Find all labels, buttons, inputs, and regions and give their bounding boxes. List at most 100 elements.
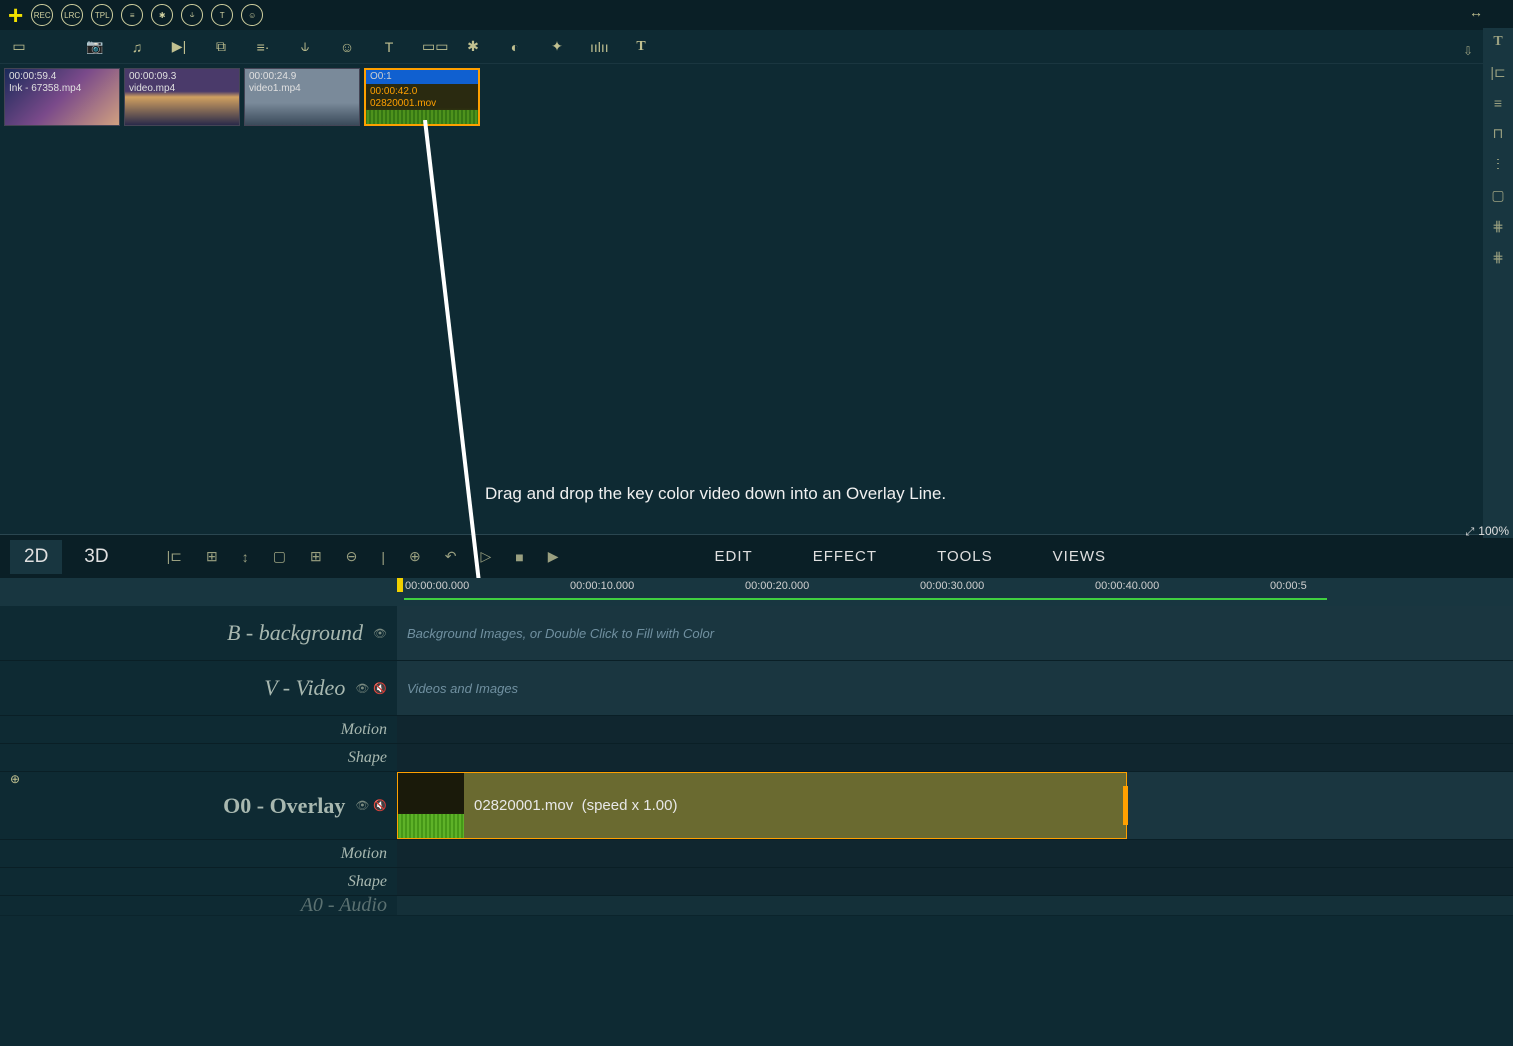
zoom-level[interactable]: 100% — [1465, 524, 1509, 539]
time-tick: 00:00:30.000 — [920, 580, 984, 592]
menu-effect[interactable]: EFFECT — [813, 548, 877, 565]
clip-duration: 00:00:09.3 — [129, 71, 176, 82]
time-tick: 00:00:40.000 — [1095, 580, 1159, 592]
list-button[interactable]: ≡ — [121, 4, 143, 26]
visibility-icon[interactable]: 👁 — [355, 799, 369, 812]
clip-duration: 00:00:42.0 — [370, 86, 417, 97]
menu-tools[interactable]: TOOLS — [937, 548, 993, 565]
track-hint: Background Images, or Double Click to Fi… — [407, 626, 714, 641]
track-label: Shape — [348, 873, 387, 891]
tpl-button[interactable]: TPL — [91, 4, 113, 26]
text-tool-icon[interactable]: T — [380, 39, 398, 55]
align-panel-icon[interactable]: |⊏ — [1490, 64, 1505, 81]
cut-button[interactable]: ⫝ — [181, 4, 203, 26]
list-icon[interactable]: ≡· — [254, 39, 272, 55]
equalizer-icon[interactable]: ıılıı — [590, 39, 608, 55]
menu-views[interactable]: VIEWS — [1053, 548, 1106, 565]
camera-icon[interactable]: 📷 — [86, 38, 104, 55]
text-button[interactable]: T — [211, 4, 233, 26]
mute-icon[interactable]: 🔇 — [373, 799, 387, 812]
download-icon[interactable]: ⇩ — [1463, 44, 1473, 58]
track-shape-1[interactable]: Shape — [0, 744, 1513, 772]
grid-panel-icon[interactable]: ⋕ — [1492, 218, 1504, 235]
account-button[interactable]: ☺ — [241, 4, 263, 26]
media-bin[interactable]: 00:00:59.4 Ink - 67358.mp4 00:00:09.3 vi… — [0, 64, 1513, 534]
battery-icon[interactable]: ▭▭ — [422, 38, 440, 55]
tl-tool-5[interactable]: ⊞ — [302, 544, 330, 569]
emoji-icon[interactable]: ☺ — [338, 39, 356, 55]
text-bold-icon[interactable]: T — [632, 39, 650, 55]
visibility-icon[interactable]: 👁 — [355, 682, 369, 695]
play-icon[interactable]: ▶| — [170, 38, 188, 55]
track-label: B - background — [227, 620, 363, 646]
tl-tool-6[interactable]: ⊖ — [338, 544, 366, 569]
media-clip-selected[interactable]: O0:1 00:00:42.0 02820001.mov — [364, 68, 480, 126]
add-media-button[interactable]: + — [8, 2, 23, 28]
clip-name: 02820001.mov — [370, 98, 436, 109]
track-label: Shape — [348, 749, 387, 767]
crop-panel-icon[interactable]: ▢ — [1491, 187, 1504, 204]
media-clip-1[interactable]: 00:00:59.4 Ink - 67358.mp4 — [4, 68, 120, 126]
resize-arrows-icon[interactable]: ↔ — [1469, 4, 1483, 20]
track-label: A0 - Audio — [301, 894, 387, 917]
sparkle-icon[interactable]: ✦ — [548, 38, 566, 55]
track-motion-1[interactable]: Motion — [0, 716, 1513, 744]
tl-tool-4[interactable]: ▢ — [265, 544, 294, 569]
tl-tool-8[interactable]: ⊕ — [401, 544, 429, 569]
clip-name: Ink - 67358.mp4 — [9, 83, 81, 94]
play-button[interactable]: ▶ — [540, 544, 567, 569]
track-hint: Videos and Images — [407, 681, 518, 696]
tl-tool-1[interactable]: |⊏ — [159, 544, 190, 569]
grid-icon[interactable]: ⧉ — [212, 38, 230, 55]
instruction-text: Drag and drop the key color video down i… — [485, 484, 946, 504]
view-tab-3d[interactable]: 3D — [70, 540, 122, 574]
track-audio[interactable]: A0 - Audio — [0, 896, 1513, 916]
time-ruler[interactable]: 00:00:00.000 00:00:10.000 00:00:20.000 0… — [0, 578, 1513, 606]
track-background[interactable]: B - background 👁 Background Images, or D… — [0, 606, 1513, 661]
overlay-clip[interactable]: 02820001.mov (speed x 1.00) — [397, 772, 1127, 839]
track-shape-2[interactable]: Shape — [0, 868, 1513, 896]
list-panel-icon[interactable]: ≡ — [1494, 95, 1502, 111]
clip-filename: 02820001.mov (speed x 1.00) — [474, 797, 677, 814]
time-tick: 00:00:00.000 — [405, 580, 469, 592]
step-button[interactable]: ▷ — [473, 544, 500, 569]
mute-icon[interactable]: 🔇 — [373, 682, 387, 695]
track-overlay[interactable]: ⊕ O0 - Overlay 👁 🔇 02820001.mov (speed x… — [0, 772, 1513, 840]
music-icon[interactable]: ♫ — [128, 39, 146, 55]
right-sidebar: T |⊏ ≡ ⊓ ⵗ ▢ ⋕ ⋕ — [1483, 28, 1513, 538]
media-clip-3[interactable]: 00:00:24.9 video1.mp4 — [244, 68, 360, 126]
lrc-button[interactable]: LRC — [61, 4, 83, 26]
secondary-toolbar: ▭ 📷 ♫ ▶| ⧉ ≡· ⫝ ☺ T ▭▭ ✱ ◐ ✦ ıılıı T ⇩ — [0, 30, 1513, 64]
effect-icon[interactable]: ✱ — [464, 38, 482, 55]
track-video[interactable]: V - Video 👁 🔇 Videos and Images — [0, 661, 1513, 716]
split-icon[interactable]: ⫝ — [296, 38, 314, 55]
track-motion-2[interactable]: Motion — [0, 840, 1513, 868]
asterisk-button[interactable]: ✱ — [151, 4, 173, 26]
undo-button[interactable]: ↶ — [437, 544, 465, 569]
time-tick: 00:00:10.000 — [570, 580, 634, 592]
track-label: Motion — [341, 721, 387, 739]
grid2-panel-icon[interactable]: ⋕ — [1492, 249, 1504, 266]
top-toolbar: + REC LRC TPL ≡ ✱ ⫝ T ☺ ↔ — [0, 0, 1513, 30]
contrast-icon[interactable]: ◐ — [506, 39, 524, 55]
add-track-button[interactable]: ⊕ — [10, 772, 20, 786]
clip-name: video1.mp4 — [249, 83, 301, 94]
tl-tool-7[interactable]: | — [373, 545, 393, 569]
text-panel-icon[interactable]: T — [1493, 34, 1502, 50]
pin-panel-icon[interactable]: ⵗ — [1496, 156, 1500, 173]
stop-button[interactable]: ■ — [507, 545, 531, 569]
media-clip-2[interactable]: 00:00:09.3 video.mp4 — [124, 68, 240, 126]
visibility-icon[interactable]: 👁 — [373, 627, 387, 640]
layout-panel-icon[interactable]: ⊓ — [1493, 125, 1504, 142]
clip-end-handle[interactable] — [1123, 786, 1128, 825]
playhead[interactable] — [397, 578, 403, 592]
tl-tool-2[interactable]: ⊞ — [198, 544, 226, 569]
rec-button[interactable]: REC — [31, 4, 53, 26]
time-tick: 00:00:5 — [1270, 580, 1307, 592]
layout-icon[interactable]: ▭ — [10, 38, 28, 55]
menu-edit[interactable]: EDIT — [715, 548, 753, 565]
timeline-tracks: B - background 👁 Background Images, or D… — [0, 606, 1513, 916]
view-tab-2d[interactable]: 2D — [10, 540, 62, 574]
clip-name: video.mp4 — [129, 83, 175, 94]
tl-tool-3[interactable]: ↕ — [234, 545, 257, 569]
